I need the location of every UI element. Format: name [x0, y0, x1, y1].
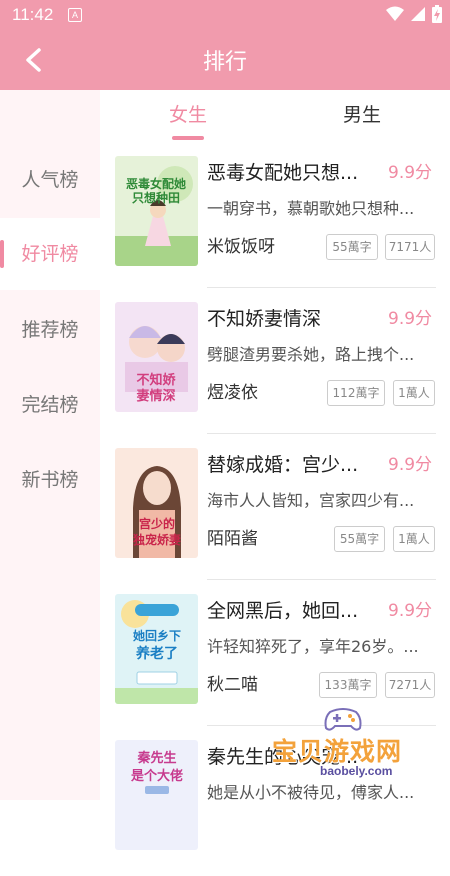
sidebar-item-popular[interactable]: 人气榜 [0, 144, 100, 216]
book-author: 陌陌酱 [207, 529, 258, 549]
word-count-badge: 55萬字 [334, 526, 385, 552]
svg-text:不知娇: 不知娇 [136, 372, 176, 388]
readers-badge: 7271人 [385, 672, 435, 698]
readers-badge: 1萬人 [393, 380, 435, 406]
book-score: 9.9分 [388, 601, 433, 621]
svg-text:宫少的: 宫少的 [139, 516, 175, 531]
book-description: 劈腿渣男要杀她，路上拽个... [207, 345, 415, 364]
book-cover[interactable]: 不知娇 妻情深 [115, 302, 198, 412]
book-title[interactable]: 全网黑后，她回... [207, 596, 377, 623]
sidebar-item-top-rated[interactable]: 好评榜 [0, 218, 100, 290]
site-watermark: 宝贝游戏网 baobely.com [272, 704, 442, 784]
book-item[interactable]: 恶毒女配她 只想种田 恶毒女配她只想... 9.9分 一朝穿书，慕朝歌她只想种.… [100, 146, 450, 292]
status-icons [386, 5, 442, 23]
book-description: 许轻知猝死了，享年26岁。... [207, 637, 419, 656]
cellular-signal-icon [411, 7, 425, 21]
word-count-badge: 133萬字 [319, 672, 377, 698]
sidebar-item-completed[interactable]: 完结榜 [0, 369, 100, 441]
book-cover[interactable]: 秦先生 是个大佬 [115, 740, 198, 850]
svg-text:养老了: 养老了 [135, 645, 178, 662]
book-item[interactable]: 不知娇 妻情深 不知娇妻情深 9.9分 劈腿渣男要杀她，路上拽个... 煜凌依 … [100, 292, 450, 438]
battery-icon [432, 5, 442, 23]
svg-text:恶毒女配她: 恶毒女配她 [126, 176, 186, 191]
book-score: 9.9分 [388, 163, 433, 183]
book-cover[interactable]: 她回乡下 养老了 [115, 594, 198, 704]
svg-text:是个大佬: 是个大佬 [130, 768, 183, 784]
ranking-sidebar: 人气榜 好评榜 推荐榜 完结榜 新书榜 [0, 90, 100, 800]
readers-badge: 7171人 [385, 234, 435, 260]
book-author: 米饭饭呀 [207, 237, 275, 257]
tab-female[interactable]: 女生 [128, 100, 248, 127]
svg-text:只想种田: 只想种田 [132, 190, 180, 205]
app-header: 排行 [0, 30, 450, 90]
book-score: 9.9分 [388, 309, 433, 329]
book-item[interactable]: 宫少的 独宠娇妻 替嫁成婚：宫少... 9.9分 海市人人皆知，宫家四少有...… [100, 438, 450, 584]
divider [207, 433, 436, 434]
svg-text:秦先生: 秦先生 [136, 750, 176, 766]
watermark-url: baobely.com [320, 764, 393, 778]
word-count-badge: 112萬字 [327, 380, 385, 406]
book-score: 9.9分 [388, 455, 433, 475]
tab-male[interactable]: 男生 [302, 100, 422, 127]
status-bar: 11:42 A [0, 0, 450, 30]
status-time: 11:42 [12, 5, 54, 24]
readers-badge: 1萬人 [393, 526, 435, 552]
book-cover[interactable]: 恶毒女配她 只想种田 [115, 156, 198, 266]
divider [207, 287, 436, 288]
svg-text:她回乡下: 她回乡下 [133, 628, 181, 643]
watermark-text: 宝贝游戏网 [272, 737, 403, 766]
gamepad-icon [324, 708, 362, 731]
book-author: 秋二喵 [207, 675, 258, 695]
notification-a-icon: A [68, 8, 82, 22]
word-count-badge: 55萬字 [326, 234, 378, 260]
svg-text:妻情深: 妻情深 [136, 388, 175, 404]
divider [207, 579, 436, 580]
book-title[interactable]: 不知娇妻情深 [207, 304, 377, 331]
book-title[interactable]: 恶毒女配她只想... [207, 158, 377, 185]
book-author: 煜凌依 [207, 383, 258, 403]
book-title[interactable]: 替嫁成婚：宫少... [207, 450, 377, 477]
tab-active-indicator [172, 136, 204, 140]
sidebar-item-recommended[interactable]: 推荐榜 [0, 294, 100, 366]
page-title: 排行 [202, 50, 247, 75]
book-description: 海市人人皆知，宫家四少有... [207, 491, 415, 510]
svg-text:独宠娇妻: 独宠娇妻 [132, 532, 181, 547]
book-cover[interactable]: 宫少的 独宠娇妻 [115, 448, 198, 558]
book-description: 一朝穿书，慕朝歌她只想种... [207, 199, 415, 218]
wifi-icon [386, 6, 404, 21]
sidebar-item-new[interactable]: 新书榜 [0, 444, 100, 516]
